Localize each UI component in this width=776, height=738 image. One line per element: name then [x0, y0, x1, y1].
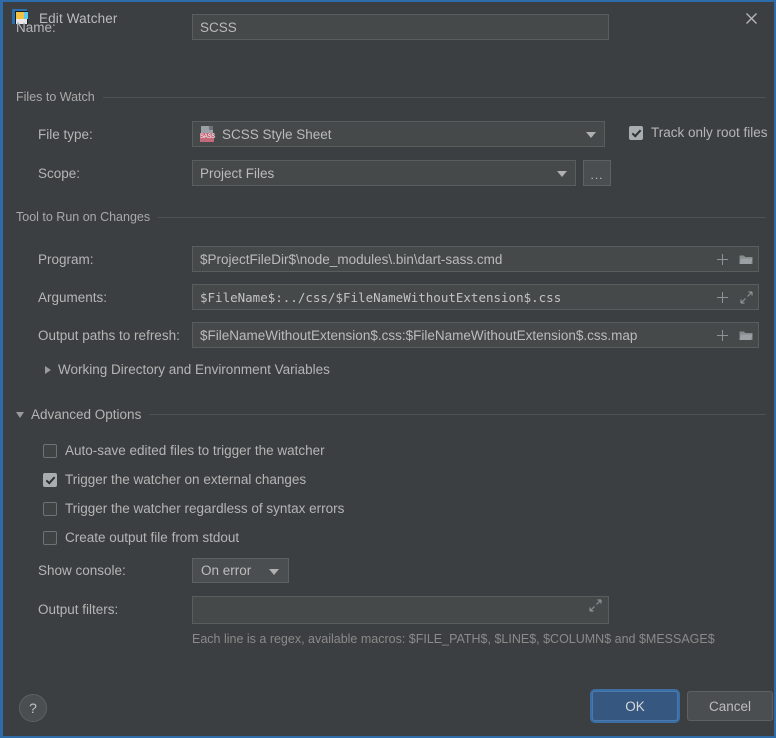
- chevron-right-icon: [45, 366, 51, 374]
- output-paths-label: Output paths to refresh:: [38, 328, 192, 343]
- name-row: Name: SCSS: [16, 14, 766, 40]
- section-divider: [158, 217, 766, 218]
- ok-button[interactable]: OK: [592, 691, 678, 721]
- chevron-down-icon: [16, 412, 24, 418]
- tool-to-run-section: Tool to Run on Changes: [3, 210, 776, 224]
- help-button[interactable]: ?: [19, 694, 47, 722]
- external-changes-label: Trigger the watcher on external changes: [65, 472, 306, 487]
- name-input[interactable]: SCSS: [192, 14, 609, 40]
- track-only-root-files-checkbox[interactable]: [629, 126, 643, 140]
- cancel-button[interactable]: Cancel: [687, 691, 773, 721]
- show-console-label: Show console:: [38, 563, 192, 578]
- program-value: $ProjectFileDir$\node_modules\.bin\dart-…: [200, 252, 710, 267]
- output-paths-input[interactable]: $FileNameWithoutExtension$.css:$FileName…: [192, 322, 759, 348]
- expand-editor-icon[interactable]: [734, 284, 758, 310]
- external-changes-checkbox[interactable]: [43, 473, 57, 487]
- arguments-value: $FileName$:../css/$FileNameWithoutExtens…: [200, 290, 710, 305]
- browse-folder-icon[interactable]: [734, 246, 758, 272]
- autosave-checkbox[interactable]: [43, 444, 57, 458]
- file-type-row: File type: SASS SCSS Style Sheet: [38, 121, 605, 147]
- checkbox-autosave[interactable]: Auto-save edited files to trigger the wa…: [43, 443, 325, 458]
- advanced-options-title: Advanced Options: [31, 407, 149, 422]
- scope-browse-button[interactable]: ...: [583, 160, 611, 186]
- file-type-label: File type:: [38, 127, 192, 142]
- scope-row: Scope: Project Files ...: [38, 160, 611, 186]
- output-filters-label: Output filters:: [38, 596, 192, 624]
- output-paths-value: $FileNameWithoutExtension$.css:$FileName…: [200, 328, 710, 343]
- dialog-footer: ? OK Cancel: [3, 680, 773, 736]
- advanced-options-section: Advanced Options: [3, 407, 776, 422]
- files-to-watch-title: Files to Watch: [16, 90, 103, 104]
- syntax-errors-label: Trigger the watcher regardless of syntax…: [65, 501, 344, 516]
- arguments-label: Arguments:: [38, 290, 192, 305]
- checkbox-syntax-errors[interactable]: Trigger the watcher regardless of syntax…: [43, 501, 344, 516]
- edit-watcher-dialog: Edit Watcher Name: SCSS Files to Watch F…: [0, 0, 776, 738]
- scope-value: Project Files: [200, 166, 274, 181]
- browse-folder-icon[interactable]: [734, 322, 758, 348]
- autosave-label: Auto-save edited files to trigger the wa…: [65, 443, 325, 458]
- file-type-combo[interactable]: SASS SCSS Style Sheet: [192, 121, 605, 147]
- files-to-watch-section: Files to Watch: [3, 90, 776, 104]
- output-paths-row: Output paths to refresh: $FileNameWithou…: [38, 322, 759, 348]
- output-filters-input[interactable]: [192, 596, 609, 624]
- show-console-combo[interactable]: On error: [192, 558, 289, 583]
- create-output-label: Create output file from stdout: [65, 530, 239, 545]
- show-console-value: On error: [201, 563, 251, 578]
- expand-editor-icon[interactable]: [589, 599, 602, 617]
- output-filters-row: Output filters:: [38, 596, 609, 624]
- section-divider: [149, 414, 766, 415]
- working-directory-label: Working Directory and Environment Variab…: [58, 362, 330, 377]
- scope-combo[interactable]: Project Files: [192, 160, 576, 186]
- show-console-row: Show console: On error: [38, 558, 289, 583]
- track-only-root-files-row[interactable]: Track only root files: [629, 125, 768, 140]
- checkbox-create-output[interactable]: Create output file from stdout: [43, 530, 239, 545]
- name-label: Name:: [16, 20, 192, 35]
- add-macro-icon[interactable]: [710, 284, 734, 310]
- program-label: Program:: [38, 252, 192, 267]
- arguments-input[interactable]: $FileName$:../css/$FileNameWithoutExtens…: [192, 284, 759, 310]
- program-row: Program: $ProjectFileDir$\node_modules\.…: [38, 246, 759, 272]
- section-divider: [103, 97, 766, 98]
- files-to-watch-header: Files to Watch: [3, 90, 776, 104]
- create-output-checkbox[interactable]: [43, 531, 57, 545]
- scope-label: Scope:: [38, 166, 192, 181]
- program-input[interactable]: $ProjectFileDir$\node_modules\.bin\dart-…: [192, 246, 759, 272]
- advanced-options-header[interactable]: Advanced Options: [3, 407, 776, 422]
- chevron-down-icon: [586, 132, 596, 138]
- chevron-down-icon: [269, 569, 279, 575]
- tool-to-run-header: Tool to Run on Changes: [3, 210, 776, 224]
- scss-file-icon: SASS: [200, 126, 215, 142]
- chevron-down-icon: [557, 171, 567, 177]
- checkbox-external-changes[interactable]: Trigger the watcher on external changes: [43, 472, 306, 487]
- working-directory-toggle[interactable]: Working Directory and Environment Variab…: [45, 362, 330, 377]
- add-macro-icon[interactable]: [710, 322, 734, 348]
- track-only-root-files-label: Track only root files: [651, 125, 768, 140]
- arguments-row: Arguments: $FileName$:../css/$FileNameWi…: [38, 284, 759, 310]
- file-type-value: SCSS Style Sheet: [222, 127, 332, 142]
- scss-icon-badge: SASS: [200, 133, 214, 142]
- output-filters-hint: Each line is a regex, available macros: …: [192, 632, 715, 646]
- add-macro-icon[interactable]: [710, 246, 734, 272]
- syntax-errors-checkbox[interactable]: [43, 502, 57, 516]
- tool-to-run-title: Tool to Run on Changes: [16, 210, 158, 224]
